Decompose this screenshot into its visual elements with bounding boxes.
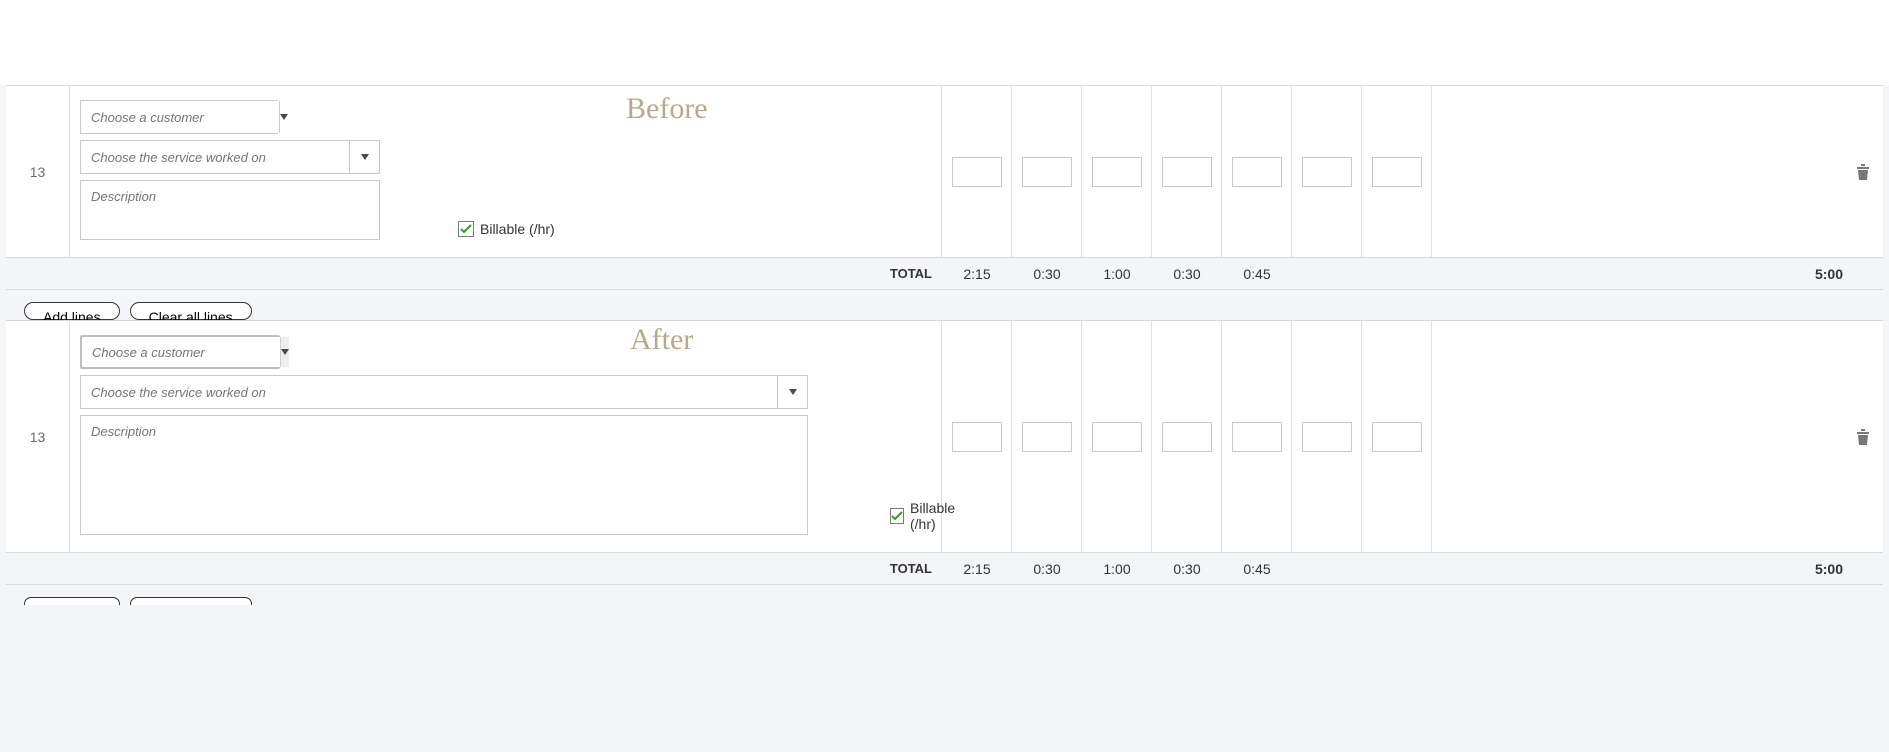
action-buttons: Add lines Clear all lines [0, 290, 1889, 320]
billable-checkbox-wrap[interactable]: Billable (/hr) [890, 500, 957, 532]
time-columns [942, 321, 1883, 552]
service-select[interactable] [80, 140, 380, 174]
time-cell [1082, 86, 1152, 257]
customer-dropdown-button[interactable] [279, 101, 288, 133]
time-cell [1152, 321, 1222, 552]
customer-select[interactable] [80, 335, 280, 369]
service-input[interactable] [81, 141, 349, 173]
total-cell: 0:30 [1012, 266, 1082, 282]
time-columns [942, 86, 1883, 257]
billable-checkbox-wrap[interactable]: Billable (/hr) [458, 221, 555, 237]
time-cell [1292, 321, 1362, 552]
details-column: After Billable (/hr) [70, 321, 942, 552]
time-input[interactable] [1092, 422, 1142, 452]
delete-row-button[interactable] [1843, 164, 1883, 180]
timesheet-row-after: 13 After Billable (/hr) [6, 320, 1883, 553]
billable-label: Billable (/hr) [910, 500, 957, 532]
add-lines-button[interactable]: Add lines [24, 302, 120, 320]
details-column: Before Billable (/hr) [70, 86, 942, 257]
total-cell: 0:45 [1222, 266, 1292, 282]
time-cell [1012, 86, 1082, 257]
billable-label: Billable (/hr) [480, 221, 555, 237]
time-cell [942, 86, 1012, 257]
total-label: TOTAL [6, 266, 942, 281]
customer-select[interactable] [80, 100, 278, 134]
customer-input[interactable] [81, 101, 279, 133]
time-cell [1362, 321, 1432, 552]
time-input[interactable] [1092, 157, 1142, 187]
total-cell: 2:15 [942, 266, 1012, 282]
delete-row-button[interactable] [1843, 429, 1883, 445]
billable-checkbox[interactable] [890, 508, 904, 524]
timesheet-row-before: 13 Before Billable (/hr) [6, 85, 1883, 258]
time-cell [1082, 321, 1152, 552]
service-select[interactable] [80, 375, 808, 409]
time-input[interactable] [952, 422, 1002, 452]
clear-all-lines-button[interactable]: Clear all lines [130, 302, 252, 320]
trash-icon [1856, 164, 1870, 180]
service-dropdown-button[interactable] [349, 141, 379, 173]
service-input[interactable] [81, 376, 777, 408]
total-cell: 0:30 [1152, 266, 1222, 282]
time-input[interactable] [1162, 157, 1212, 187]
time-cell [1292, 86, 1362, 257]
time-cell [1362, 86, 1432, 257]
customer-input[interactable] [82, 337, 280, 367]
chevron-down-icon [281, 349, 289, 355]
chevron-down-icon [361, 154, 369, 160]
time-cell [1222, 321, 1292, 552]
time-input[interactable] [1162, 422, 1212, 452]
chevron-down-icon [280, 114, 288, 120]
time-input[interactable] [1372, 157, 1422, 187]
time-input[interactable] [1232, 422, 1282, 452]
trash-icon [1856, 429, 1870, 445]
total-cell: 2:15 [942, 561, 1012, 577]
grand-total: 5:00 [1432, 266, 1883, 282]
total-label: TOTAL [6, 561, 942, 576]
time-cell [1012, 321, 1082, 552]
totals-row: TOTAL 2:15 0:30 1:00 0:30 0:45 5:00 [6, 258, 1883, 290]
billable-checkbox[interactable] [458, 221, 474, 237]
totals-row: TOTAL 2:15 0:30 1:00 0:30 0:45 5:00 [6, 553, 1883, 585]
time-input[interactable] [1302, 157, 1352, 187]
check-icon [460, 223, 472, 235]
total-cell: 0:30 [1152, 561, 1222, 577]
time-cell-spacer [1432, 321, 1843, 552]
annotation-after: After [630, 323, 693, 357]
service-dropdown-button[interactable] [777, 376, 807, 408]
chevron-down-icon [789, 389, 797, 395]
grand-total: 5:00 [1432, 561, 1883, 577]
time-cell [1222, 86, 1292, 257]
action-buttons: Add lines Clear all lines [0, 585, 1889, 605]
time-input[interactable] [1372, 422, 1422, 452]
time-input[interactable] [1232, 157, 1282, 187]
total-cell: 1:00 [1082, 561, 1152, 577]
add-lines-button[interactable]: Add lines [24, 597, 120, 605]
time-input[interactable] [1022, 422, 1072, 452]
description-textarea[interactable] [80, 415, 808, 535]
check-icon [891, 510, 903, 522]
total-cell: 1:00 [1082, 266, 1152, 282]
row-number: 13 [6, 321, 70, 552]
time-input[interactable] [1022, 157, 1072, 187]
annotation-before: Before [626, 92, 708, 126]
clear-all-lines-button[interactable]: Clear all lines [130, 597, 252, 605]
time-input[interactable] [1302, 422, 1352, 452]
customer-dropdown-button[interactable] [280, 337, 289, 367]
description-textarea[interactable] [80, 180, 380, 240]
time-cell-spacer [1432, 86, 1843, 257]
time-cell [1152, 86, 1222, 257]
total-cell: 0:30 [1012, 561, 1082, 577]
total-cell: 0:45 [1222, 561, 1292, 577]
time-input[interactable] [952, 157, 1002, 187]
row-number: 13 [6, 86, 70, 257]
